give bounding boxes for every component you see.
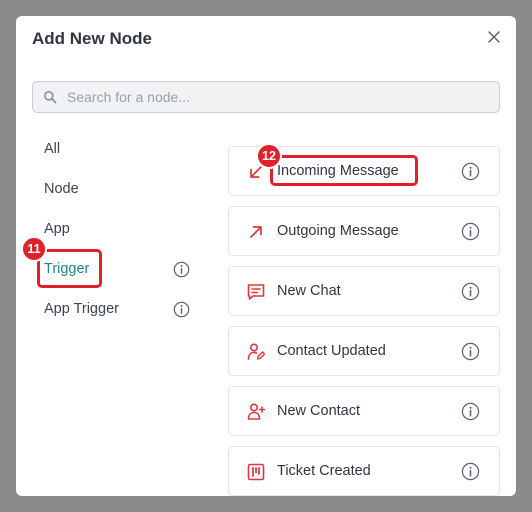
node-label: Outgoing Message (277, 223, 399, 239)
node-label: New Contact (277, 403, 361, 419)
category-all[interactable]: All (44, 141, 60, 157)
info-icon[interactable] (461, 462, 480, 481)
category-trigger[interactable]: Trigger (44, 261, 89, 277)
node-new-chat[interactable]: New Chat (228, 266, 500, 316)
info-icon[interactable] (461, 342, 480, 361)
dialog-title: Add New Node (32, 29, 152, 48)
chat-message-icon (247, 284, 265, 300)
annotation-badge: 11 (21, 236, 47, 262)
info-icon[interactable] (173, 261, 190, 278)
add-node-dialog: Add New Node All Node App Trigger App Tr… (16, 16, 516, 496)
category-node[interactable]: Node (44, 181, 79, 197)
node-ticket-created[interactable]: Ticket Created (228, 446, 500, 496)
node-label: New Chat (277, 283, 341, 299)
node-new-contact[interactable]: New Contact (228, 386, 500, 436)
user-plus-icon (247, 403, 266, 420)
category-app[interactable]: App (44, 221, 70, 237)
node-label: Ticket Created (277, 463, 371, 479)
kanban-ticket-icon (247, 463, 265, 481)
search-box (32, 81, 500, 113)
info-icon[interactable] (461, 162, 480, 181)
search-input[interactable] (67, 89, 467, 105)
arrow-up-right-icon (250, 226, 262, 238)
node-contact-updated[interactable]: Contact Updated (228, 326, 500, 376)
category-app-trigger[interactable]: App Trigger (44, 301, 119, 317)
close-icon[interactable] (486, 29, 502, 45)
info-icon[interactable] (461, 402, 480, 421)
info-icon[interactable] (461, 282, 480, 301)
info-icon[interactable] (461, 222, 480, 241)
user-edit-icon (247, 343, 266, 360)
node-label: Incoming Message (277, 163, 399, 179)
annotation-badge: 12 (256, 143, 282, 169)
info-icon[interactable] (173, 301, 190, 318)
node-label: Contact Updated (277, 343, 386, 359)
search-icon (44, 91, 57, 104)
node-outgoing-message[interactable]: Outgoing Message (228, 206, 500, 256)
